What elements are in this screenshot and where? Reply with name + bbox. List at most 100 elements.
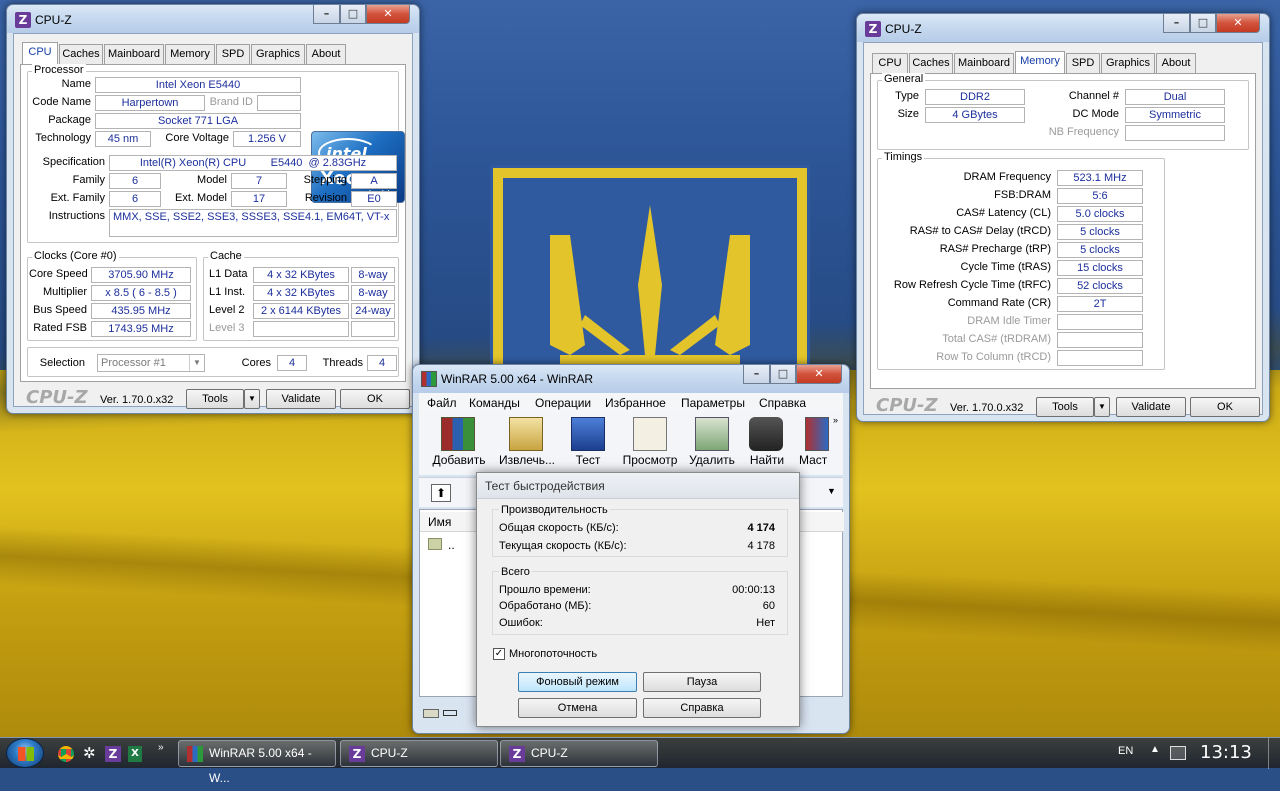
minimize-button[interactable]: – — [313, 5, 340, 24]
tools-dropdown-button[interactable]: ▼ — [244, 389, 260, 409]
delete-icon[interactable] — [695, 417, 729, 451]
background-mode-button[interactable]: Фоновый режим — [518, 672, 637, 692]
tab-about[interactable]: About — [1156, 53, 1196, 73]
key-icon[interactable] — [443, 710, 457, 716]
task-winrar[interactable]: WinRAR 5.00 x64 - W... — [178, 740, 336, 785]
toolbar-delete[interactable]: Удалить — [687, 453, 737, 467]
tools-dropdown-button[interactable]: ▼ — [1094, 397, 1110, 417]
maximize-button[interactable]: □ — [770, 365, 796, 384]
title-bar[interactable]: Z CPU-Z – □ ✕ — [857, 14, 1269, 42]
package-value: Socket 771 LGA — [95, 113, 301, 129]
tab-cpu[interactable]: CPU — [22, 42, 58, 64]
drive-icon[interactable] — [423, 709, 439, 718]
cpuz-quicklaunch-icon[interactable]: Z — [105, 746, 121, 762]
pause-button[interactable]: Пауза — [643, 672, 761, 692]
tools-button[interactable]: Tools — [1036, 397, 1094, 417]
multithreading-label[interactable]: Многопоточность — [509, 648, 597, 660]
language-indicator[interactable]: EN — [1118, 745, 1133, 757]
menu-help[interactable]: Справка — [759, 396, 806, 410]
task-winrar-label: WinRAR 5.00 x64 - W... — [209, 746, 312, 785]
core-voltage-value: 1.256 V — [233, 131, 301, 147]
minimize-button[interactable]: – — [1163, 14, 1190, 33]
timing-label: Command Rate (CR) — [947, 297, 1051, 309]
tray-expand-icon[interactable]: ▲ — [1150, 744, 1160, 755]
type-value: DDR2 — [925, 89, 1025, 105]
test-icon[interactable] — [571, 417, 605, 451]
cpuz-brand-logo: CPU-Z — [876, 395, 938, 416]
maximize-button[interactable]: □ — [340, 5, 366, 24]
menu-commands[interactable]: Команды — [469, 396, 520, 410]
dialog-title-bar[interactable]: Тест быстродействия — [477, 473, 799, 499]
excel-icon[interactable]: X — [128, 746, 142, 762]
tools-button[interactable]: Tools — [186, 389, 244, 409]
find-icon[interactable] — [749, 417, 783, 451]
chrome-icon[interactable] — [58, 746, 74, 762]
name-label: Name — [61, 78, 91, 90]
extract-icon[interactable] — [509, 417, 543, 451]
wizard-icon[interactable] — [805, 417, 829, 451]
menu-file[interactable]: Файл — [427, 396, 457, 410]
toolbar-find[interactable]: Найти — [745, 453, 789, 467]
menu-options[interactable]: Параметры — [681, 396, 745, 410]
close-button[interactable]: ✕ — [366, 5, 410, 24]
tab-spd[interactable]: SPD — [1066, 53, 1100, 73]
instructions-label: Instructions — [48, 210, 105, 222]
toolbar-test[interactable]: Тест — [565, 453, 611, 467]
tab-graphics[interactable]: Graphics — [1101, 53, 1155, 73]
tab-memory[interactable]: Memory — [165, 44, 215, 64]
timing-value — [1057, 332, 1143, 348]
menu-favorites[interactable]: Избранное — [605, 396, 666, 410]
task-cpuz-2[interactable]: Z CPU-Z — [500, 740, 658, 767]
show-desktop-button[interactable] — [1268, 738, 1280, 769]
tab-mainboard[interactable]: Mainboard — [954, 53, 1014, 73]
multithreading-checkbox[interactable]: ✓ — [493, 648, 505, 660]
tab-cpu[interactable]: CPU — [872, 53, 908, 73]
toolbar-wizard[interactable]: Маст — [799, 453, 835, 467]
path-dropdown-icon[interactable]: ▼ — [827, 486, 836, 496]
tab-spd[interactable]: SPD — [216, 44, 250, 64]
up-folder-icon[interactable]: ⬆ — [431, 484, 451, 502]
benchmark-dialog[interactable]: Тест быстродействия Производительность О… — [476, 472, 800, 727]
cpuz-task-icon: Z — [509, 746, 525, 762]
cpuz-window-memory[interactable]: Z CPU-Z – □ ✕ CPU Caches Mainboard Memor… — [856, 13, 1270, 422]
gear-icon[interactable]: ✲ — [83, 744, 96, 762]
tab-graphics[interactable]: Graphics — [251, 44, 305, 64]
view-icon[interactable] — [633, 417, 667, 451]
clock[interactable]: 13:13 — [1200, 742, 1252, 763]
technology-value: 45 nm — [95, 131, 151, 147]
overflow-icon[interactable]: » — [158, 742, 164, 753]
stepping-value: A — [351, 173, 397, 189]
task-cpuz-1[interactable]: Z CPU-Z — [340, 740, 498, 767]
l1-data-label: L1 Data — [209, 268, 248, 280]
select-arrow-icon[interactable]: ▼ — [189, 355, 204, 371]
title-bar[interactable]: Z CPU-Z – □ ✕ — [7, 5, 419, 33]
maximize-button[interactable]: □ — [1190, 14, 1216, 33]
threads-value: 4 — [367, 355, 397, 371]
close-button[interactable]: ✕ — [1216, 14, 1260, 33]
tab-mainboard[interactable]: Mainboard — [104, 44, 164, 64]
validate-button[interactable]: Validate — [266, 389, 336, 409]
toolbar-extract[interactable]: Извлечь... — [497, 453, 557, 467]
ok-button[interactable]: OK — [1190, 397, 1260, 417]
tab-caches[interactable]: Caches — [59, 44, 103, 64]
toolbar-more-icon[interactable]: » — [833, 415, 838, 425]
tab-about[interactable]: About — [306, 44, 346, 64]
help-button[interactable]: Справка — [643, 698, 761, 718]
network-icon[interactable] — [1170, 746, 1186, 760]
ok-button[interactable]: OK — [340, 389, 410, 409]
add-icon[interactable] — [441, 417, 475, 451]
cancel-button[interactable]: Отмена — [518, 698, 637, 718]
codename-label: Code Name — [32, 96, 91, 108]
toolbar-view[interactable]: Просмотр — [619, 453, 681, 467]
tab-caches[interactable]: Caches — [909, 53, 953, 73]
cpuz-window-cpu[interactable]: Z CPU-Z – □ ✕ CPU Caches Mainboard Memor… — [6, 4, 420, 414]
totals-group-label: Всего — [499, 566, 532, 578]
close-button[interactable]: ✕ — [796, 365, 842, 384]
tab-memory[interactable]: Memory — [1015, 51, 1065, 73]
minimize-button[interactable]: – — [743, 365, 770, 384]
validate-button[interactable]: Validate — [1116, 397, 1186, 417]
toolbar-add[interactable]: Добавить — [429, 453, 489, 467]
start-button[interactable] — [6, 738, 44, 768]
title-bar[interactable]: WinRAR 5.00 x64 - WinRAR – □ ✕ — [413, 365, 849, 393]
menu-operations[interactable]: Операции — [535, 396, 591, 410]
